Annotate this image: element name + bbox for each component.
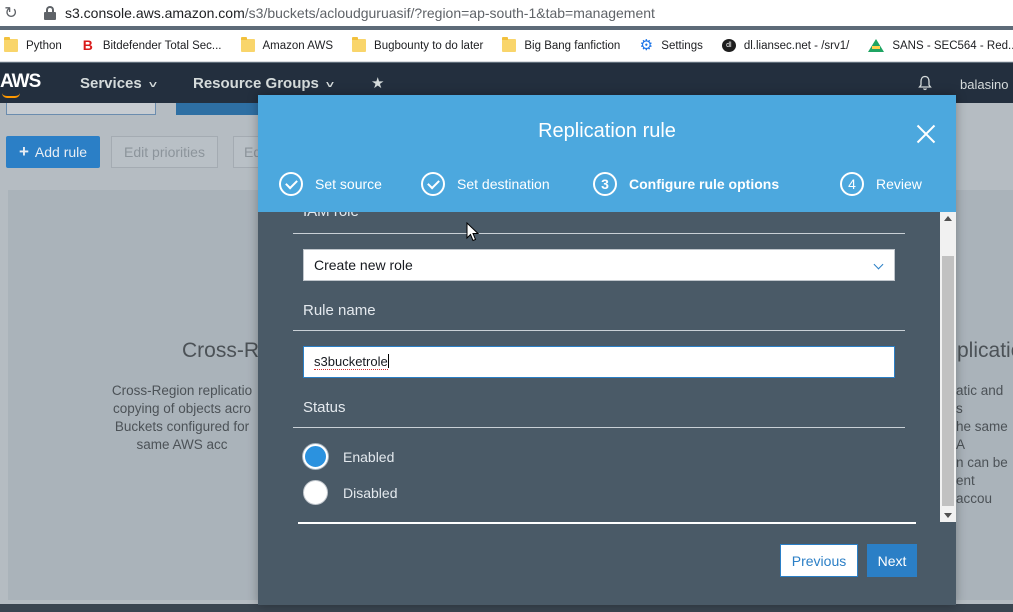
scrollbar-thumb[interactable] <box>942 256 954 506</box>
folder-icon <box>502 37 517 52</box>
status-label: Status <box>303 399 346 416</box>
gear-icon: ⚙ <box>639 37 654 54</box>
bookmark-liansec[interactable]: dl dl.liansec.net - /srv1/ <box>721 39 849 52</box>
bookmark-settings[interactable]: ⚙ Settings <box>639 37 703 54</box>
aws-logo[interactable]: AWS <box>0 71 41 93</box>
reload-icon[interactable]: ↻ <box>0 3 22 23</box>
iam-role-label: IAM role <box>303 212 359 220</box>
iam-role-select[interactable]: Create new role <box>303 249 895 281</box>
next-button[interactable]: Next <box>867 544 917 577</box>
browser-address-bar: ↻ s3.console.aws.amazon.com/s3/buckets/a… <box>0 0 1013 26</box>
status-enabled-radio[interactable] <box>303 444 328 469</box>
close-icon[interactable] <box>916 124 936 144</box>
chevron-down-icon: ˅ <box>325 80 334 91</box>
status-disabled-label[interactable]: Disabled <box>343 485 397 501</box>
step-review[interactable]: 4 Review <box>840 172 922 196</box>
aws-smile-icon <box>2 93 20 98</box>
folder-icon <box>352 37 367 52</box>
edit-priorities-button[interactable]: Edit priorities <box>111 136 218 168</box>
cross-region-description: Cross-Region replicatio copying of objec… <box>111 383 253 452</box>
bitdefender-icon: B <box>82 37 93 53</box>
text-caret <box>387 354 389 368</box>
divider <box>293 330 905 331</box>
step-number-4: 4 <box>840 172 864 196</box>
check-icon <box>279 172 303 196</box>
step-number-3: 3 <box>593 172 617 196</box>
bookmark-bugbounty[interactable]: Bugbounty to do later <box>352 37 483 52</box>
url-field[interactable]: s3.console.aws.amazon.com/s3/buckets/acl… <box>65 5 655 21</box>
add-rule-button[interactable]: + Add rule <box>6 136 100 168</box>
modal-title: Replication rule <box>538 120 676 142</box>
footer-divider <box>298 522 916 524</box>
bookmark-bitdefender[interactable]: B Bitdefender Total Sec... <box>81 37 222 53</box>
google-drive-icon <box>868 39 885 52</box>
chevron-down-icon <box>873 259 884 270</box>
modal-body: IAM role Create new role Rule name s3buc… <box>258 212 940 522</box>
tab-ghost <box>6 103 156 115</box>
tab-ghost-active <box>176 103 266 115</box>
modal-scrollbar[interactable] <box>940 212 956 522</box>
plus-icon: + <box>18 142 29 161</box>
scroll-up-icon[interactable] <box>944 216 952 221</box>
modal-header: Replication rule Set source Set destinat… <box>258 95 956 212</box>
previous-button[interactable]: Previous <box>780 544 858 577</box>
services-menu[interactable]: Services ˅ <box>80 75 157 92</box>
replication-rule-modal: Replication rule Set source Set destinat… <box>258 95 956 605</box>
step-configure-rule-options[interactable]: 3 Configure rule options <box>593 172 779 196</box>
bell-icon[interactable] <box>917 75 933 91</box>
same-region-description: atic and s he same A n can be ent accou <box>956 383 1008 506</box>
resource-groups-menu[interactable]: Resource Groups ˅ <box>193 75 334 92</box>
page-footer <box>0 604 1013 612</box>
cross-region-title: Cross-R <box>182 339 259 362</box>
bookmarks-bar: Python B Bitdefender Total Sec... Amazon … <box>0 30 1013 62</box>
mouse-pointer-icon <box>466 222 480 242</box>
folder-icon <box>4 37 18 52</box>
bookmark-amazon-aws[interactable]: Amazon AWS <box>240 37 333 52</box>
step-set-source[interactable]: Set source <box>279 172 382 196</box>
step-set-destination[interactable]: Set destination <box>421 172 550 196</box>
check-icon <box>421 172 445 196</box>
pin-icon[interactable]: ★ <box>371 74 384 92</box>
chevron-down-icon: ˅ <box>148 80 157 91</box>
bookmark-sans[interactable]: SANS - SEC564 - Red... <box>868 39 1013 52</box>
user-menu[interactable]: balasino <box>960 77 1008 92</box>
site-icon: dl <box>721 39 736 52</box>
lock-icon[interactable] <box>44 6 56 20</box>
divider <box>293 427 905 428</box>
status-enabled-label[interactable]: Enabled <box>343 449 394 465</box>
bookmark-python[interactable]: Python <box>4 37 62 52</box>
scroll-down-icon[interactable] <box>944 513 952 518</box>
divider <box>293 233 905 234</box>
rule-name-label: Rule name <box>303 302 376 319</box>
status-disabled-radio[interactable] <box>303 480 328 505</box>
bookmark-big-bang[interactable]: Big Bang fanfiction <box>502 37 620 52</box>
rule-name-input[interactable]: s3bucketrole <box>303 346 895 378</box>
same-region-title: plicatio <box>957 339 1013 362</box>
folder-icon <box>240 37 255 52</box>
